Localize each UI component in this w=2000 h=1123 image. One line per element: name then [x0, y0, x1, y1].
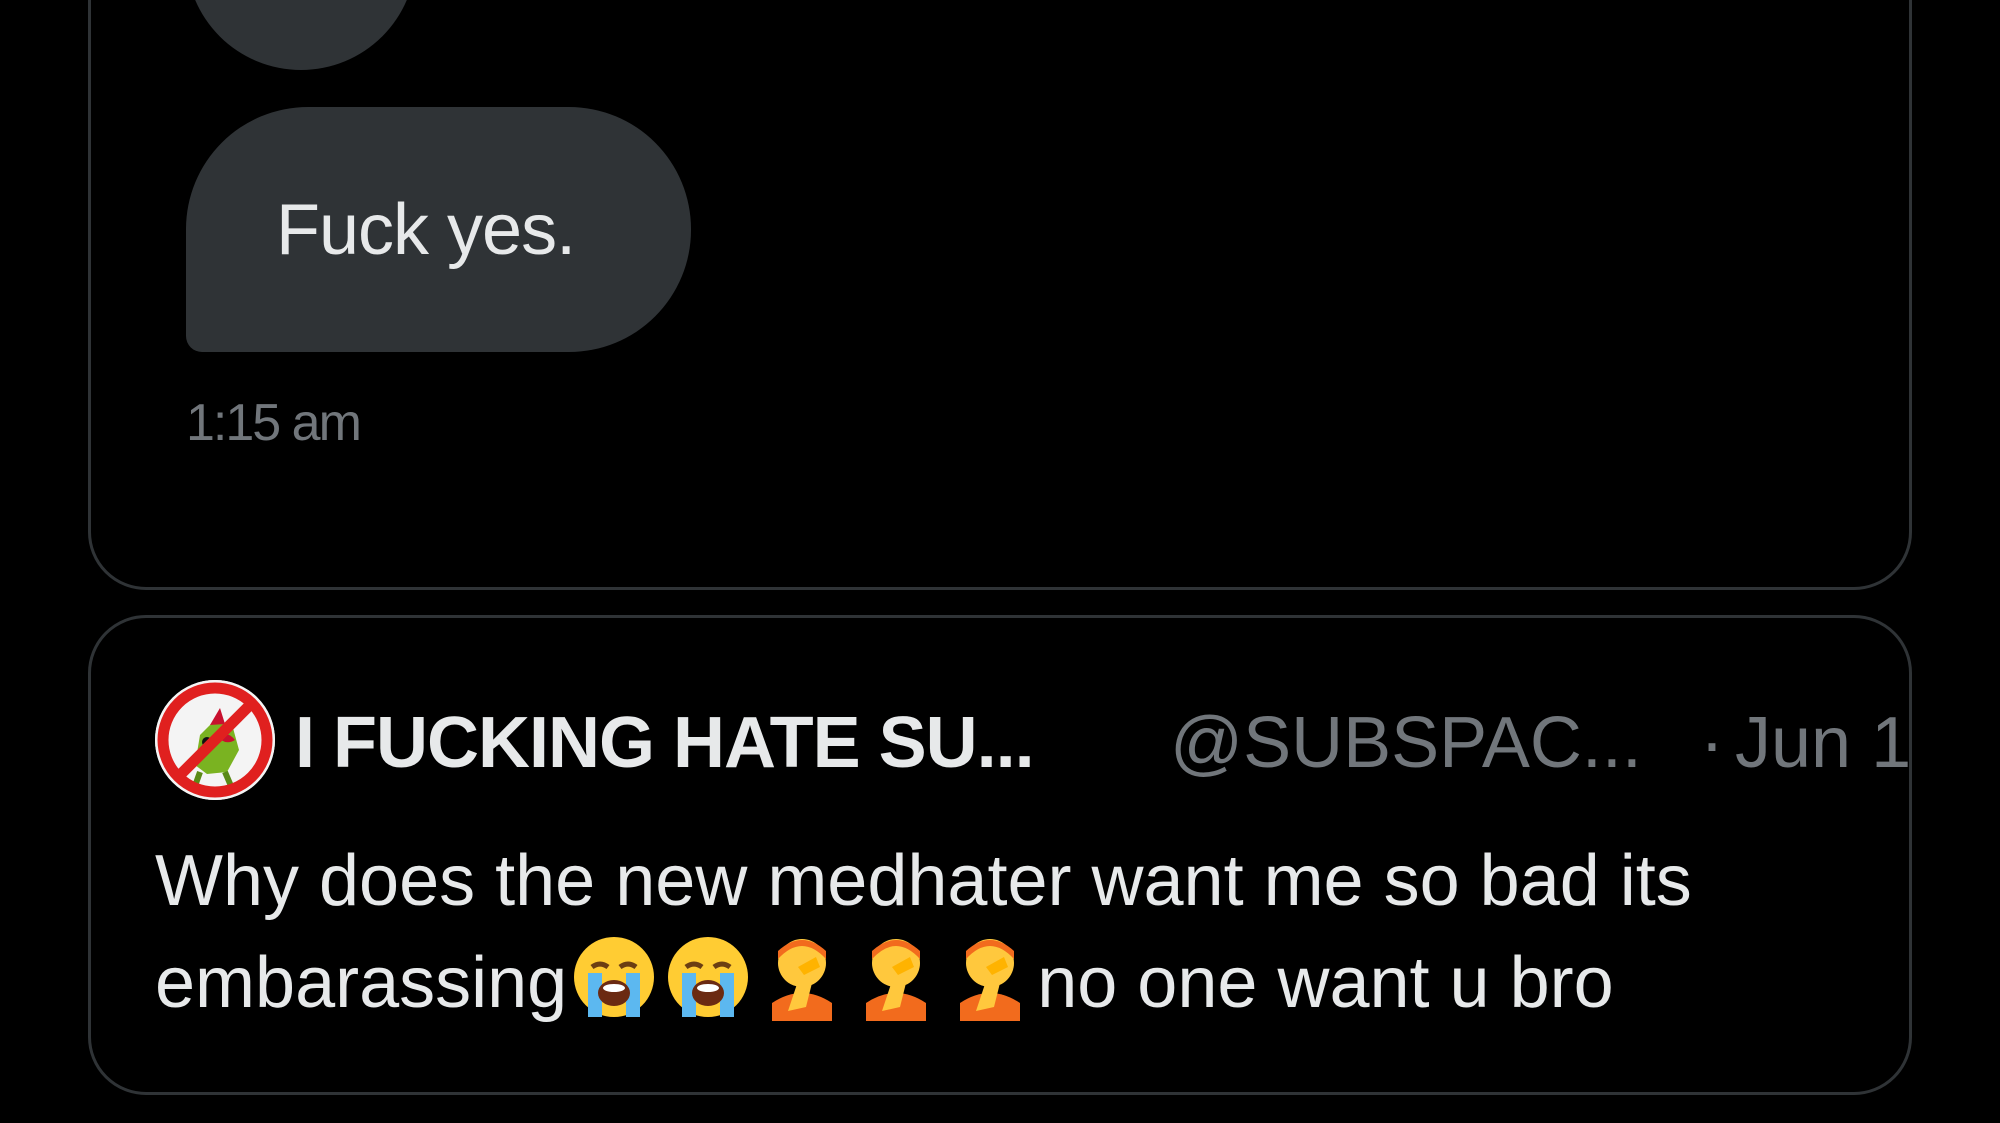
message-timestamp: 1:15 am [186, 394, 362, 452]
post-text-word: embarassing [155, 943, 568, 1023]
person-facepalming-icon [758, 933, 846, 1048]
avatar[interactable] [155, 680, 275, 800]
person-facepalming-icon [852, 933, 940, 1048]
dm-conversation-card[interactable]: ... Fuck yes. 1:15 am [88, 0, 1912, 590]
quoted-post-card[interactable]: I FUCKING HATE SU... @SUBSPAC... · Jun 1… [88, 615, 1912, 1095]
post-text-line-1: Why does the new medhater want me so bad… [155, 841, 1692, 921]
person-facepalming-icon [946, 933, 1034, 1048]
post-date[interactable]: Jun 1 [1735, 702, 1911, 784]
message-text: Fuck yes. [276, 189, 576, 270]
post-text-tail: no one want u bro [1037, 943, 1614, 1023]
post-text-line-2: embarassing no one want u bro [155, 932, 1875, 1048]
typing-dots: ... [281, 0, 320, 4]
loudly-crying-face-icon [570, 933, 658, 1048]
header-separator: · [1700, 703, 1724, 783]
typing-indicator-bubble: ... [186, 0, 416, 70]
author-handle[interactable]: @SUBSPAC... [1170, 702, 1642, 784]
author-name[interactable]: I FUCKING HATE SU... [295, 702, 1035, 784]
message-bubble[interactable]: Fuck yes. [186, 107, 691, 352]
post-text: Why does the new medhater want me so bad… [155, 830, 1875, 1048]
avatar-ban-icon [155, 680, 275, 800]
quoted-post-header: I FUCKING HATE SU... @SUBSPAC... · Jun 1 [155, 680, 1911, 800]
loudly-crying-face-icon [664, 933, 752, 1048]
